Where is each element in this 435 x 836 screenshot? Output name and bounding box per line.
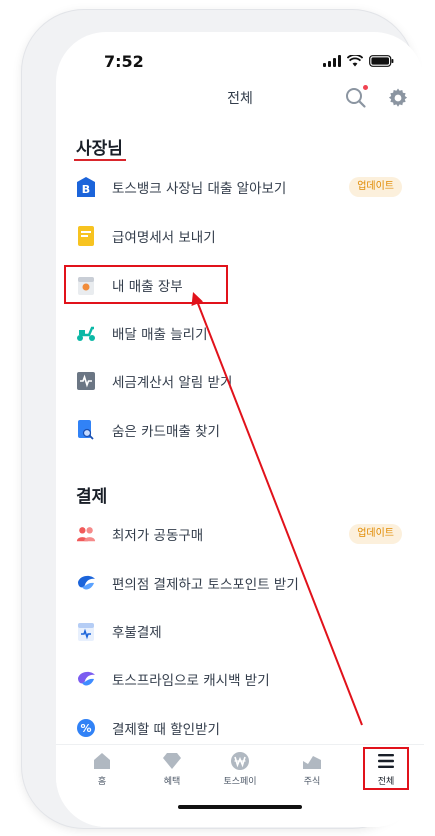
benefit-diamond-icon	[163, 753, 181, 769]
page-header: 전체	[56, 84, 424, 114]
tab-label: 토스페이	[223, 777, 257, 787]
section-title-payment: 결제	[76, 487, 108, 507]
menu-item-deferred-payment[interactable]: 후불결제	[76, 616, 406, 646]
menu-item-convenience-store-points[interactable]: 편의점 결제하고 토스포인트 받기	[76, 568, 406, 598]
group-buy-icon	[76, 524, 96, 544]
settings-button[interactable]	[386, 86, 412, 112]
status-bar: 7:52	[56, 32, 424, 84]
notification-dot	[363, 85, 368, 90]
update-badge: 업데이트	[349, 177, 402, 197]
menu-item-label: 편의점 결제하고 토스포인트 받기	[112, 577, 299, 593]
deferred-payment-icon	[76, 621, 96, 641]
section-title-underline	[74, 159, 126, 161]
home-indicator	[178, 805, 302, 809]
tab-label: 혜택	[163, 777, 181, 787]
update-badge: 업데이트	[349, 524, 402, 544]
menu-item-label: 결제할 때 할인받기	[112, 722, 220, 738]
menu-item-label: 급여명세서 보내기	[112, 230, 216, 246]
annotation-tab-highlight	[363, 747, 409, 790]
tax-invoice-icon	[76, 371, 96, 391]
tab-home[interactable]: 홈	[72, 751, 132, 795]
gear-icon	[388, 88, 408, 107]
tab-label: 주식	[303, 777, 321, 787]
toss-pay-won-icon	[231, 752, 249, 770]
toss-prime-icon	[76, 669, 96, 689]
tab-stock[interactable]: 주식	[282, 751, 342, 795]
menu-item-hidden-card-sales[interactable]: 숨은 카드매출 찾기	[76, 415, 406, 445]
stock-chart-icon	[303, 756, 321, 769]
svg-text:B: B	[82, 183, 90, 196]
menu-item-label: 후불결제	[112, 625, 162, 641]
menu-item-label: 토스뱅크 사장님 대출 알아보기	[112, 181, 287, 197]
bottom-tab-bar: 홈 혜택 토스페이 주식 전체	[56, 744, 424, 827]
menu-item-label: 최저가 공동구매	[112, 528, 204, 544]
phone-frame: 7:52 전체 사장님 B 토스뱅크 사장님 대출 알아보기 업데이트 급여명세…	[22, 10, 424, 828]
svg-text:%: %	[80, 722, 91, 735]
tab-toss-pay[interactable]: 토스페이	[210, 751, 270, 795]
annotation-highlight-box	[64, 265, 228, 304]
menu-item-payslip[interactable]: 급여명세서 보내기	[76, 221, 406, 251]
search-button[interactable]	[344, 85, 370, 112]
toss-pay-icon	[76, 573, 96, 593]
wifi-icon	[347, 55, 363, 67]
cellular-signal-icon	[323, 55, 341, 67]
menu-item-group-buy[interactable]: 최저가 공동구매 업데이트	[76, 519, 406, 549]
toss-bank-icon: B	[76, 177, 96, 197]
menu-item-label: 배달 매출 늘리기	[112, 327, 208, 343]
phone-screen: 7:52 전체 사장님 B 토스뱅크 사장님 대출 알아보기 업데이트 급여명세…	[56, 32, 424, 827]
menu-item-label: 세금계산서 알림 받기	[112, 375, 233, 391]
menu-item-toss-bank-loan[interactable]: B 토스뱅크 사장님 대출 알아보기 업데이트	[76, 172, 406, 202]
menu-item-label: 숨은 카드매출 찾기	[112, 424, 220, 440]
battery-icon	[369, 55, 394, 67]
menu-item-label: 토스프라임으로 캐시백 받기	[112, 673, 270, 689]
status-icons	[323, 55, 394, 67]
menu-item-delivery-sales[interactable]: 배달 매출 늘리기	[76, 318, 406, 348]
menu-item-tax-invoice[interactable]: 세금계산서 알림 받기	[76, 366, 406, 396]
section-title-owner: 사장님	[76, 139, 123, 159]
discount-percent-icon: %	[76, 718, 96, 738]
home-icon	[94, 753, 110, 769]
card-search-icon	[76, 420, 96, 440]
tab-label: 홈	[97, 777, 107, 787]
status-time: 7:52	[104, 52, 144, 71]
menu-item-toss-prime-cashback[interactable]: 토스프라임으로 캐시백 받기	[76, 664, 406, 694]
menu-item-payment-discount[interactable]: % 결제할 때 할인받기	[76, 713, 406, 743]
delivery-scooter-icon	[76, 323, 96, 343]
tab-benefit[interactable]: 혜택	[142, 751, 202, 795]
payslip-icon	[76, 226, 96, 246]
